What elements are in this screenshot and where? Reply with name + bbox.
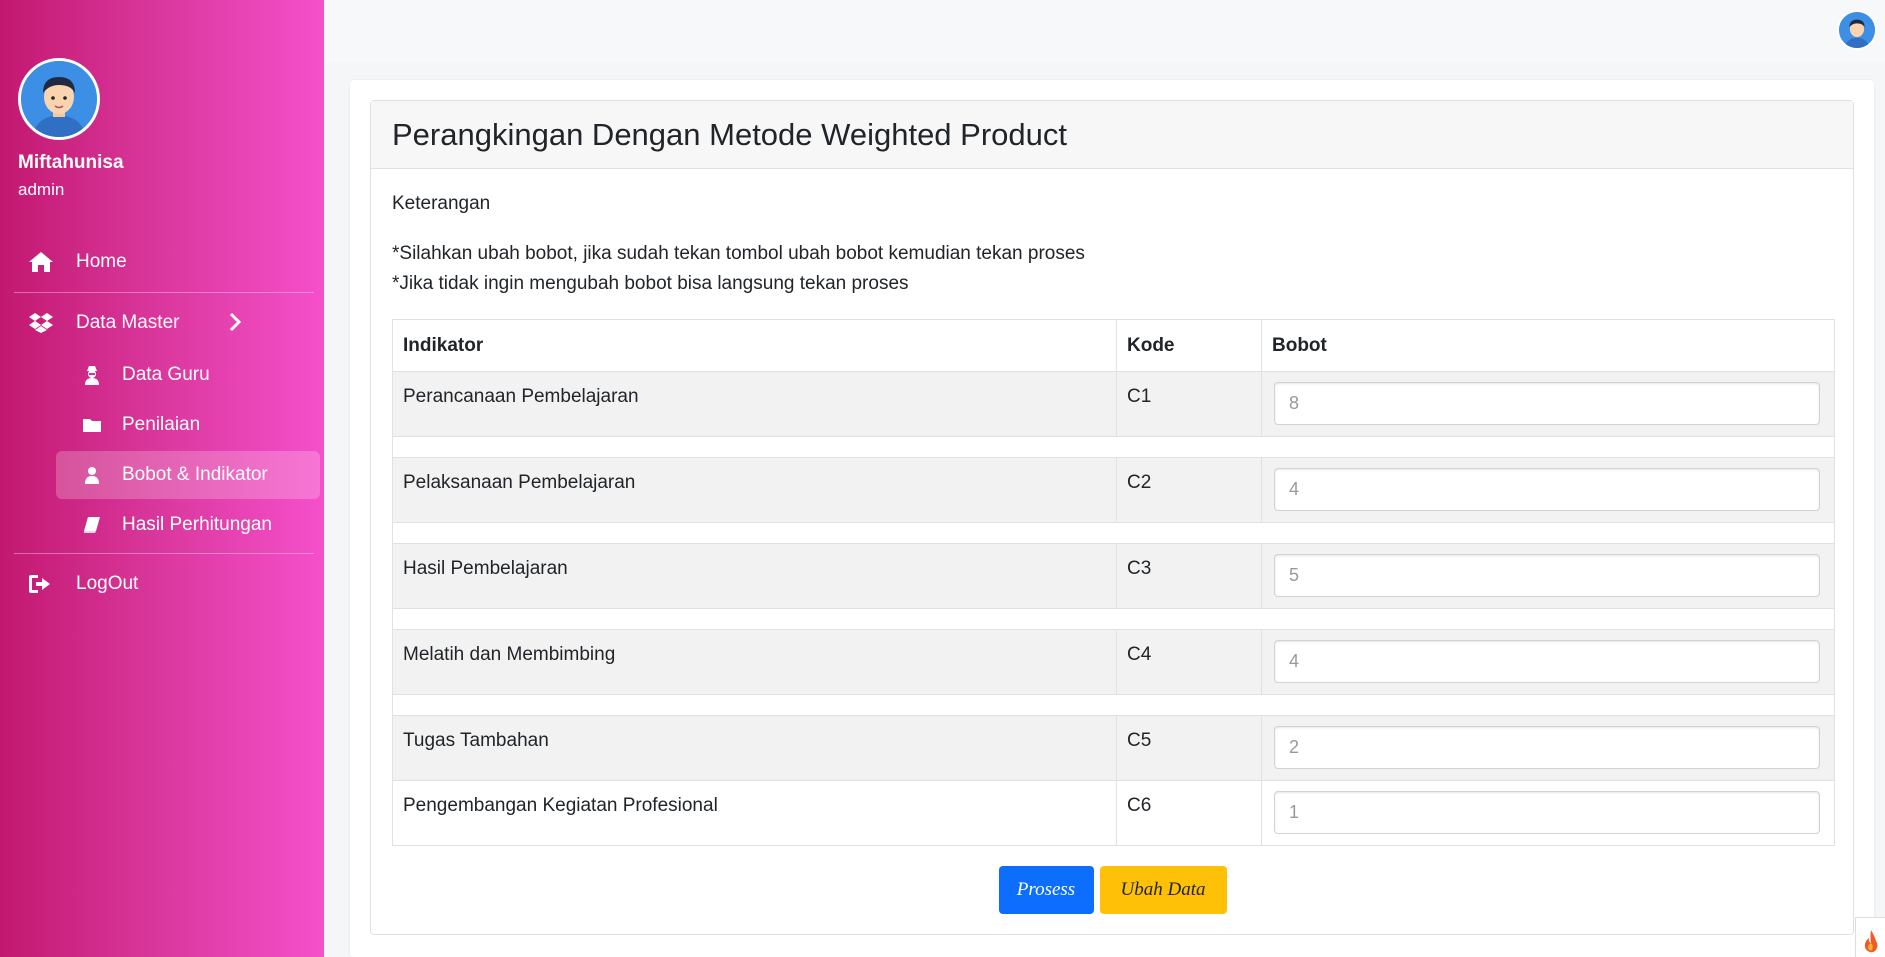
flame-icon[interactable] [1855, 917, 1885, 957]
sidebar-item-label: Home [76, 251, 127, 272]
user-role: admin [18, 180, 65, 199]
sidebar: Miftahunisa admin Home Data Master Data … [0, 0, 324, 957]
ranking-card: Perangkingan Dengan Metode Weighted Prod… [370, 100, 1854, 935]
indikator-cell: Hasil Pembelajaran [392, 543, 1117, 609]
bobot-input[interactable]: 4 [1274, 468, 1820, 511]
main-content: Perangkingan Dengan Metode Weighted Prod… [350, 80, 1874, 957]
sidebar-item-label: Bobot & Indikator [122, 464, 268, 485]
row-spacer [392, 436, 1835, 458]
table-row: Pelaksanaan Pembelajaran C2 4 [392, 457, 1835, 523]
row-spacer [392, 522, 1835, 544]
table-row: Pengembangan Kegiatan Profesional C6 1 [392, 780, 1835, 846]
ubah-data-button[interactable]: Ubah Data [1099, 866, 1227, 914]
table-row: Perancanaan Pembelajaran C1 8 [392, 371, 1835, 437]
user-profile: Miftahunisa admin [18, 58, 124, 200]
divider [14, 553, 314, 554]
table-row: Hasil Pembelajaran C3 5 [392, 543, 1835, 609]
sidebar-item-home[interactable]: Home [8, 236, 320, 288]
sidebar-item-penilaian[interactable]: Penilaian [56, 401, 320, 449]
bobot-table: Indikator Kode Bobot Perancanaan Pembela… [392, 319, 1835, 846]
sidebar-item-label: Penilaian [122, 414, 201, 435]
sidebar-nav: Home Data Master Data Guru Penilaian Bob… [8, 236, 320, 610]
indikator-cell: Perancanaan Pembelajaran [392, 371, 1117, 437]
sidebar-item-logout[interactable]: LogOut [8, 558, 320, 610]
bobot-input[interactable]: 5 [1274, 554, 1820, 597]
avatar [18, 58, 100, 140]
dropbox-icon [26, 311, 56, 335]
chevron-right-icon [228, 311, 242, 339]
bobot-input[interactable]: 2 [1274, 726, 1820, 769]
header-indikator: Indikator [392, 319, 1117, 372]
sidebar-item-data-guru[interactable]: Data Guru [56, 351, 320, 399]
divider [14, 292, 314, 293]
row-spacer [392, 608, 1835, 630]
sidebar-item-label: Hasil Perhitungan [122, 514, 272, 535]
note-line-2: *Jika tidak ingin mengubah bobot bisa la… [392, 273, 909, 294]
action-buttons: Prosess Ubah Data [392, 866, 1833, 914]
sidebar-item-label: LogOut [76, 573, 139, 594]
sidebar-item-label: Data Master [76, 312, 180, 333]
kode-cell: C6 [1116, 780, 1262, 846]
sidebar-item-bobot-indikator[interactable]: Bobot & Indikator [56, 451, 320, 499]
indikator-cell: Melatih dan Membimbing [392, 629, 1117, 695]
folder-icon [82, 417, 102, 433]
note-line-1: *Silahkan ubah bobot, jika sudah tekan t… [392, 243, 1085, 264]
home-icon [26, 250, 56, 274]
table-row: Tugas Tambahan C5 2 [392, 715, 1835, 781]
user-avatar-button[interactable] [1837, 10, 1877, 50]
user-secret-icon [82, 365, 102, 385]
bobot-input[interactable]: 8 [1274, 382, 1820, 425]
kode-cell: C2 [1116, 457, 1262, 523]
header-bobot: Bobot [1261, 319, 1835, 372]
kode-cell: C1 [1116, 371, 1262, 437]
header-kode: Kode [1116, 319, 1262, 372]
user-name: Miftahunisa [18, 152, 124, 173]
book-icon [82, 516, 102, 534]
indikator-cell: Pelaksanaan Pembelajaran [392, 457, 1117, 523]
indikator-cell: Pengembangan Kegiatan Profesional [392, 780, 1117, 846]
table-row: Melatih dan Membimbing C4 4 [392, 629, 1835, 695]
bobot-input[interactable]: 4 [1274, 640, 1820, 683]
sidebar-item-label: Data Guru [122, 364, 210, 385]
keterangan-label: Keterangan [392, 193, 491, 214]
sidebar-item-hasil-perhitungan[interactable]: Hasil Perhitungan [56, 501, 320, 549]
kode-cell: C3 [1116, 543, 1262, 609]
row-spacer [392, 694, 1835, 716]
sign-out-icon [26, 572, 56, 596]
data-master-submenu: Data Guru Penilaian Bobot & Indikator Ha… [8, 351, 320, 549]
user-icon [82, 466, 102, 484]
prosess-button[interactable]: Prosess [998, 866, 1094, 914]
kode-cell: C5 [1116, 715, 1262, 781]
indikator-cell: Tugas Tambahan [392, 715, 1117, 781]
kode-cell: C4 [1116, 629, 1262, 695]
topbar [324, 0, 1885, 62]
page-title: Perangkingan Dengan Metode Weighted Prod… [371, 101, 1853, 169]
sidebar-item-data-master[interactable]: Data Master [8, 297, 320, 349]
bobot-input[interactable]: 1 [1274, 791, 1820, 834]
